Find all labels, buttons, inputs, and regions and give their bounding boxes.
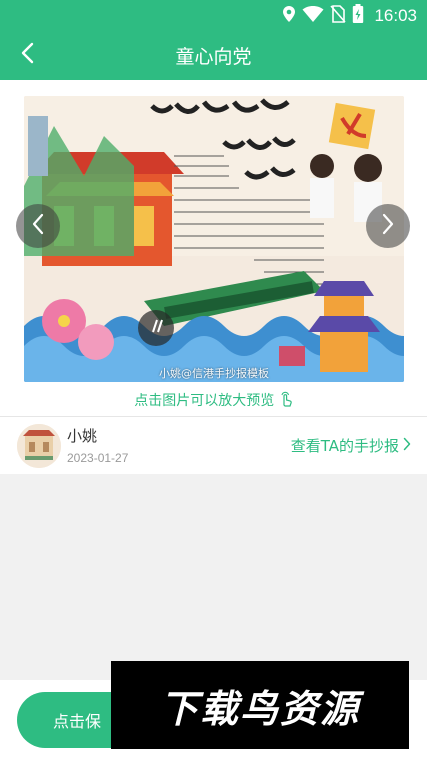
status-bar: 16:03: [0, 0, 427, 30]
status-icons: 16:03: [282, 4, 417, 28]
app-bar: 童心向党: [0, 30, 427, 80]
tap-hand-icon: [279, 391, 293, 409]
publish-date: 2023-01-27: [67, 451, 129, 465]
watermark-text: 下载鸟资源: [159, 686, 360, 731]
wifi-icon: [302, 5, 324, 27]
author-row[interactable]: 小姚 2023-01-27 查看TA的手抄报: [0, 416, 427, 474]
author-name: 小姚: [67, 427, 98, 445]
content-area: 小姚@信港手抄报模板 点击图片可以放大预览 小姚 2023-01-27 查看TA…: [0, 80, 427, 680]
watermark-overlay: 下载鸟资源: [111, 661, 409, 749]
status-time: 16:03: [374, 6, 417, 25]
artwork-watermark: 小姚@信港手抄报模板: [159, 367, 269, 380]
artwork-card: 小姚@信港手抄报模板 点击图片可以放大预览: [0, 80, 427, 416]
location-icon: [282, 5, 296, 27]
preview-hint-text: 点击图片可以放大预览: [134, 393, 275, 409]
preview-hint: 点击图片可以放大预览: [0, 390, 427, 410]
page-title: 童心向党: [175, 46, 252, 68]
chevron-right-icon: [381, 213, 395, 239]
pause-button[interactable]: [138, 310, 174, 346]
view-author-works-label: 查看TA的手抄报: [290, 437, 399, 455]
avatar[interactable]: [17, 424, 61, 468]
artwork-image[interactable]: 小姚@信港手抄报模板: [24, 96, 404, 382]
battery-charging-icon: [352, 4, 364, 28]
next-image-button[interactable]: [366, 204, 410, 248]
pause-icon: [148, 318, 164, 338]
previous-image-button[interactable]: [16, 204, 60, 248]
view-author-works-link[interactable]: 查看TA的手抄报: [291, 435, 411, 456]
chevron-left-icon: [31, 213, 45, 239]
no-sim-icon: [330, 5, 347, 27]
chevron-right-icon: [403, 437, 411, 455]
